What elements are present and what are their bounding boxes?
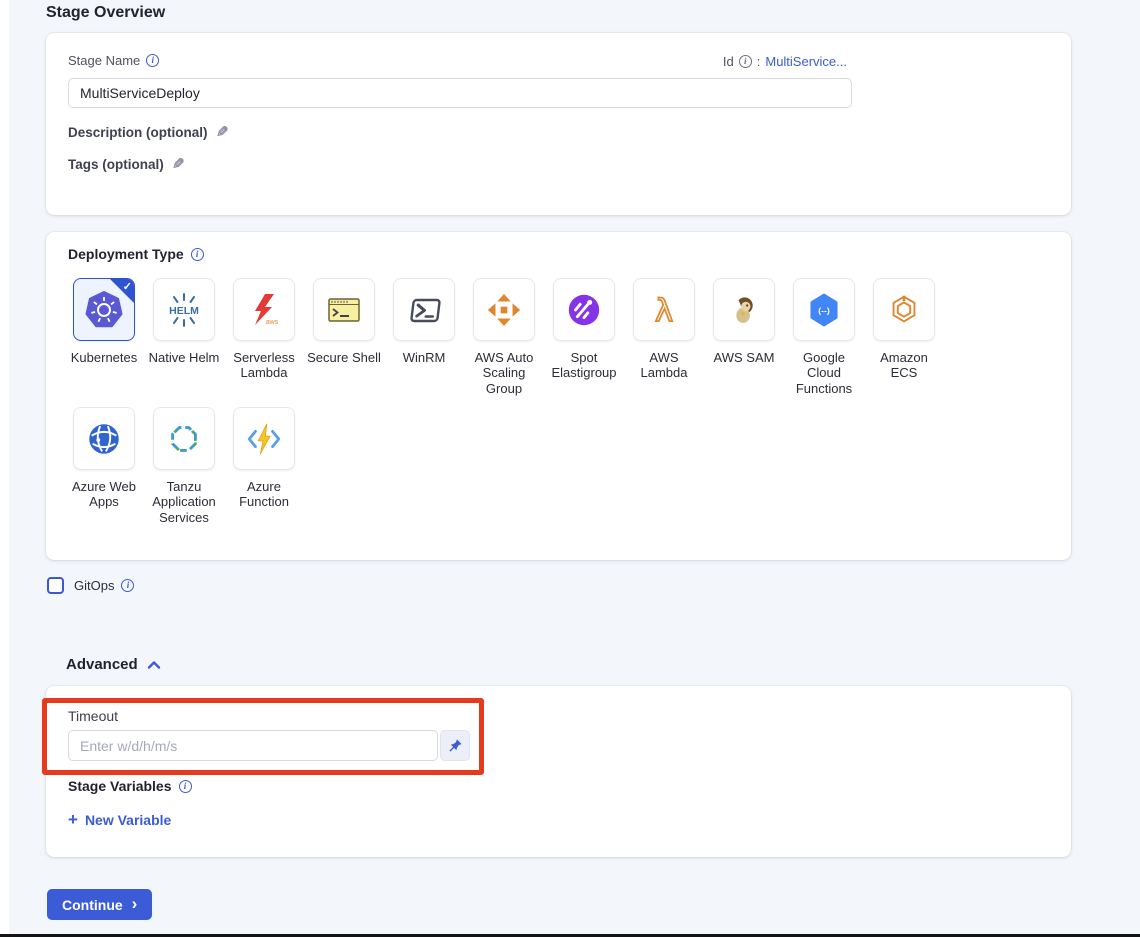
azure-web-apps-icon	[85, 420, 123, 458]
deployment-type-tanzu-application-services[interactable]: Tanzu Application Services	[144, 407, 224, 525]
google-cloud-functions-tile[interactable]: (--)	[793, 278, 855, 341]
serverless-lambda-icon: aws	[244, 290, 284, 330]
google-cloud-functions-icon: (--)	[805, 291, 843, 329]
winrm-icon	[404, 290, 444, 330]
tile-label: AWS Lambda	[639, 350, 689, 381]
svg-text:(--): (--)	[818, 305, 830, 315]
spot-elastigroup-tile[interactable]	[553, 278, 615, 341]
stage-id-link[interactable]: MultiService...	[765, 54, 847, 69]
deployment-type-kubernetes[interactable]: ✓ Kubernetes	[64, 278, 144, 396]
new-variable-button[interactable]: + New Variable	[68, 812, 171, 828]
stage-name-label: Stage Name i	[68, 53, 159, 68]
secure-shell-tile[interactable]	[313, 278, 375, 341]
aws-sam-icon	[726, 292, 762, 328]
amazon-ecs-icon	[885, 291, 923, 329]
edit-pencil-icon[interactable]: ✎	[172, 155, 185, 173]
advanced-section-toggle[interactable]: Advanced	[66, 656, 162, 673]
tile-label: Serverless Lambda	[229, 350, 299, 381]
kubernetes-tile[interactable]: ✓	[73, 278, 135, 341]
deployment-type-winrm[interactable]: WinRM	[384, 278, 464, 396]
spot-elastigroup-icon	[565, 291, 603, 329]
tags-label: Tags (optional) ✎	[68, 155, 184, 173]
amazon-ecs-tile[interactable]	[873, 278, 935, 341]
deployment-type-card: Deployment Type i ✓	[46, 232, 1071, 560]
tile-label: Azure Function	[234, 479, 294, 510]
gitops-row: GitOps i	[47, 577, 134, 594]
deployment-type-azure-web-apps[interactable]: Azure Web Apps	[64, 407, 144, 525]
deployment-type-secure-shell[interactable]: Secure Shell	[304, 278, 384, 396]
deployment-type-aws-lambda[interactable]: λ AWS Lambda	[624, 278, 704, 396]
stage-id-row: Id i : MultiService...	[723, 54, 847, 69]
tile-label: Amazon ECS	[877, 350, 931, 381]
aws-lambda-tile[interactable]: λ	[633, 278, 695, 341]
page-title: Stage Overview	[46, 4, 165, 22]
left-panel-edge	[0, 0, 9, 937]
secure-shell-icon	[324, 290, 364, 330]
info-icon[interactable]: i	[179, 780, 192, 793]
deployment-tile-row-1: ✓ Kubernetes	[64, 278, 944, 396]
info-icon[interactable]: i	[146, 54, 159, 67]
aws-auto-scaling-icon	[485, 291, 523, 329]
winrm-tile[interactable]	[393, 278, 455, 341]
edit-pencil-icon[interactable]: ✎	[216, 123, 229, 141]
azure-function-icon	[245, 420, 283, 458]
tile-label: Kubernetes	[71, 350, 138, 365]
advanced-card: Timeout Stage Variables i + New Variable	[46, 686, 1071, 857]
id-colon: :	[757, 54, 761, 69]
timeout-label: Timeout	[68, 708, 118, 724]
tile-label: WinRM	[403, 350, 446, 365]
svg-text:λ: λ	[655, 293, 673, 329]
tanzu-icon	[165, 420, 203, 458]
stage-identity-card: Stage Name i Id i : MultiService... Desc…	[46, 33, 1071, 215]
deployment-tile-row-2: Azure Web Apps Tanzu Application Service…	[64, 407, 304, 525]
tile-label: Azure Web Apps	[71, 479, 137, 510]
native-helm-tile[interactable]: HELM	[153, 278, 215, 341]
deployment-type-amazon-ecs[interactable]: Amazon ECS	[864, 278, 944, 396]
deployment-type-aws-sam[interactable]: AWS SAM	[704, 278, 784, 396]
gitops-label: GitOps i	[74, 578, 134, 593]
helm-icon: HELM	[164, 290, 204, 330]
info-icon[interactable]: i	[739, 55, 752, 68]
tile-label: Tanzu Application Services	[149, 479, 219, 525]
deployment-type-aws-auto-scaling-group[interactable]: AWS Auto Scaling Group	[464, 278, 544, 396]
info-icon[interactable]: i	[121, 579, 134, 592]
pin-icon	[448, 738, 463, 753]
chevron-right-icon: ›	[132, 895, 138, 912]
tile-label: Secure Shell	[307, 350, 381, 365]
serverless-lambda-tile[interactable]: aws	[233, 278, 295, 341]
timeout-input[interactable]	[68, 730, 438, 761]
plus-icon: +	[68, 813, 78, 827]
tile-label: AWS SAM	[714, 350, 775, 365]
azure-web-apps-tile[interactable]	[73, 407, 135, 470]
aws-sam-tile[interactable]	[713, 278, 775, 341]
tile-label: Native Helm	[149, 350, 220, 365]
deployment-type-google-cloud-functions[interactable]: (--) Google Cloud Functions	[784, 278, 864, 396]
tile-label: Google Cloud Functions	[794, 350, 854, 396]
check-icon: ✓	[123, 280, 132, 293]
tile-label: AWS Auto Scaling Group	[474, 350, 534, 396]
tile-label: Spot Elastigroup	[548, 350, 620, 381]
deployment-type-spot-elastigroup[interactable]: Spot Elastigroup	[544, 278, 624, 396]
info-icon[interactable]: i	[191, 248, 204, 261]
stage-variables-label: Stage Variables i	[68, 778, 192, 794]
deployment-type-title: Deployment Type i	[68, 246, 204, 262]
tanzu-tile[interactable]	[153, 407, 215, 470]
stage-name-input[interactable]	[68, 78, 852, 108]
deployment-type-serverless-lambda[interactable]: aws Serverless Lambda	[224, 278, 304, 396]
svg-text:HELM: HELM	[169, 305, 199, 317]
continue-button[interactable]: Continue ›	[47, 889, 152, 920]
gitops-checkbox[interactable]	[47, 577, 64, 594]
aws-lambda-icon: λ	[644, 290, 684, 330]
stage-overview-page: Stage Overview Stage Name i Id i : Multi…	[0, 0, 1140, 937]
advanced-title: Advanced	[66, 656, 138, 673]
description-label: Description (optional) ✎	[68, 123, 228, 141]
id-label: Id	[723, 54, 734, 69]
svg-text:aws: aws	[266, 319, 279, 326]
runtime-input-pin-button[interactable]	[440, 730, 470, 761]
aws-auto-scaling-tile[interactable]	[473, 278, 535, 341]
azure-function-tile[interactable]	[233, 407, 295, 470]
deployment-type-azure-function[interactable]: Azure Function	[224, 407, 304, 525]
chevron-up-icon	[146, 659, 162, 671]
deployment-type-native-helm[interactable]: HELM Native Helm	[144, 278, 224, 396]
